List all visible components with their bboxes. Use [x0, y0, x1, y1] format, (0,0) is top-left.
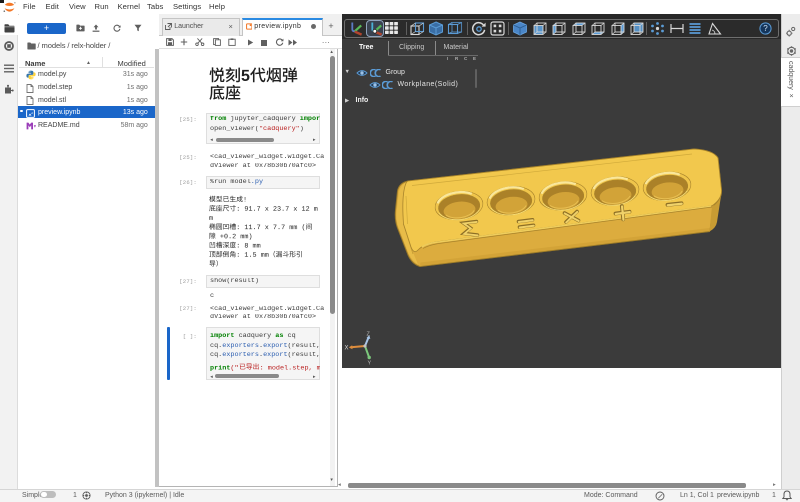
svg-text:?: ? — [763, 24, 768, 33]
svg-text:Y: Y — [368, 361, 372, 367]
svg-text:Z: Z — [367, 332, 371, 338]
svg-text:X: X — [345, 346, 349, 352]
